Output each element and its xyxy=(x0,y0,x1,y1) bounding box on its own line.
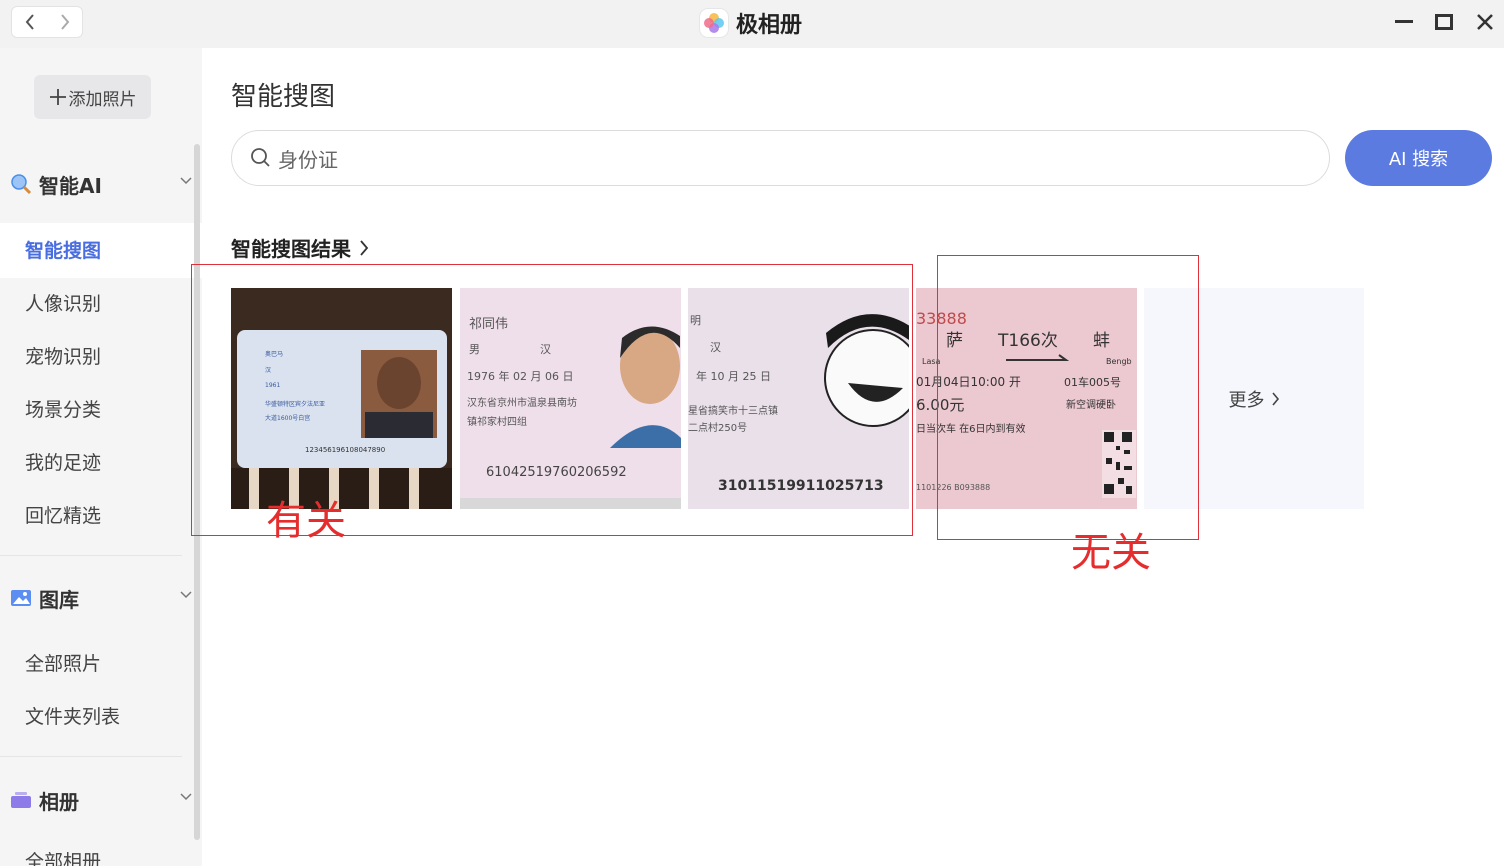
group-albums[interactable]: 相册 xyxy=(10,785,192,815)
nav-buttons xyxy=(11,6,83,38)
chevron-right-icon xyxy=(60,14,69,30)
group-label: 图库 xyxy=(39,587,79,612)
sidebar-item-pet[interactable]: 宠物识别 xyxy=(25,343,101,371)
results-header[interactable]: 智能搜图结果 xyxy=(231,233,369,262)
close-button[interactable] xyxy=(1473,10,1497,34)
sidebar-item-scene[interactable]: 场景分类 xyxy=(25,396,101,424)
forward-button[interactable] xyxy=(47,7,82,37)
group-label: 智能AI xyxy=(39,173,102,198)
related-annotation-label: 有关 xyxy=(266,498,346,544)
album-icon xyxy=(10,789,32,811)
sidebar: 添加照片 智能AI 智能搜图 人像识别 宠物识别 场景分类 我的足迹 回忆精选 … xyxy=(0,48,202,866)
app-name: 极相册 xyxy=(736,13,803,38)
group-gallery[interactable]: 图库 xyxy=(10,583,192,613)
sidebar-item-smart-search[interactable]: 智能搜图 xyxy=(25,237,101,265)
results-title: 智能搜图结果 xyxy=(231,237,351,261)
sidebar-item-all-albums[interactable]: 全部相册 xyxy=(25,848,101,866)
app-title: 极相册 xyxy=(700,7,802,39)
search-box[interactable] xyxy=(231,130,1330,186)
main-content: 智能搜图 AI 搜索 智能搜图结果 奥巴马 汉 1961 华盛顿特区宾夕法尼亚 … xyxy=(191,48,1504,866)
title-bar: 极相册 xyxy=(0,0,1504,48)
sidebar-item-folders[interactable]: 文件夹列表 xyxy=(25,703,120,731)
back-button[interactable] xyxy=(12,7,47,37)
page-title: 智能搜图 xyxy=(231,82,336,112)
search-input[interactable] xyxy=(278,146,1278,170)
sidebar-item-all-photos[interactable]: 全部照片 xyxy=(25,650,101,678)
magnifier-icon xyxy=(10,173,32,195)
plus-icon xyxy=(49,89,66,105)
chevron-right-icon xyxy=(360,239,369,256)
chevron-down-icon xyxy=(180,793,192,801)
unrelated-annotation-label: 无关 xyxy=(1071,530,1151,576)
minimize-icon xyxy=(1395,20,1413,23)
sidebar-item-portrait[interactable]: 人像识别 xyxy=(25,290,101,318)
minimize-button[interactable] xyxy=(1392,10,1416,34)
app-logo-icon xyxy=(700,9,728,37)
group-smart-ai[interactable]: 智能AI xyxy=(10,169,192,199)
more-label: 更多 xyxy=(1228,389,1265,411)
divider xyxy=(0,756,182,757)
close-icon xyxy=(1477,14,1493,30)
divider xyxy=(0,555,182,556)
chevron-left-icon xyxy=(25,14,34,30)
chevron-down-icon xyxy=(180,177,192,185)
unrelated-annotation-box xyxy=(937,255,1199,540)
maximize-icon xyxy=(1435,14,1453,30)
ai-search-button[interactable]: AI 搜索 xyxy=(1345,130,1492,186)
chevron-down-icon xyxy=(180,591,192,599)
sidebar-item-memories[interactable]: 回忆精选 xyxy=(25,502,101,530)
chevron-right-icon xyxy=(1271,391,1279,406)
maximize-button[interactable] xyxy=(1432,10,1456,34)
search-icon xyxy=(251,148,270,167)
add-photo-label: 添加照片 xyxy=(68,89,137,110)
group-label: 相册 xyxy=(39,789,79,814)
image-icon xyxy=(10,587,32,609)
add-photo-button[interactable]: 添加照片 xyxy=(34,75,151,119)
sidebar-item-footprint[interactable]: 我的足迹 xyxy=(25,449,101,477)
